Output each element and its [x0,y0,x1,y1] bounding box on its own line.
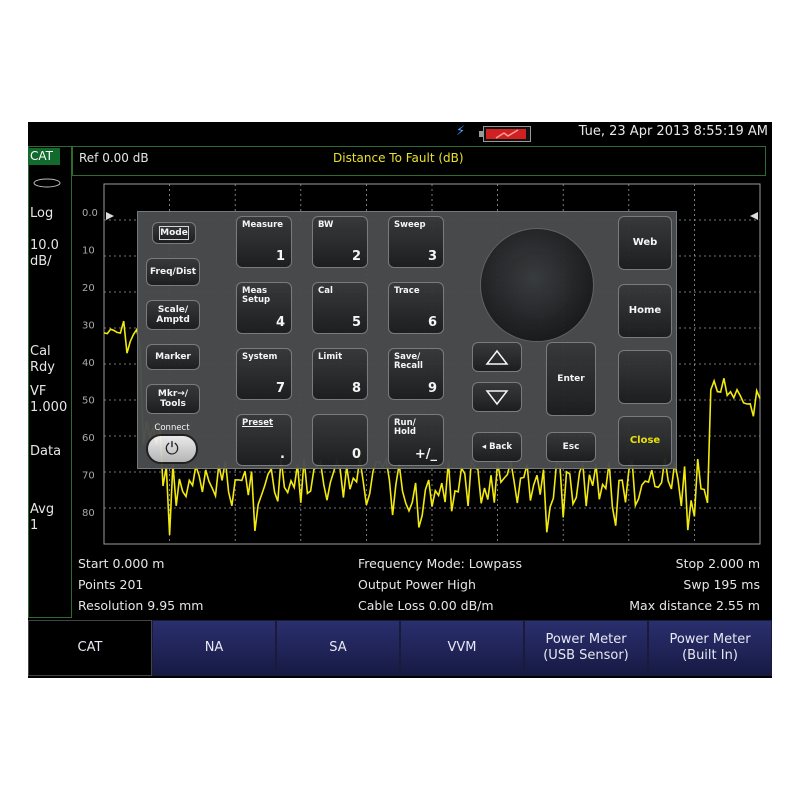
velocity-factor: VF 1.000 [30,384,68,415]
status-bar: ⚡ Tue, 23 Apr 2013 8:55:19 AM [28,122,772,144]
measurement-title: Distance To Fault (dB) [333,151,464,165]
scale-value: 10.0 dB/ [30,238,59,269]
start-distance: Start 0.000 m [78,556,165,571]
blank-key[interactable] [618,350,672,404]
back-key[interactable]: ◂ Back [472,432,522,462]
save-recall-key[interactable]: Save/ Recall 9 [388,348,444,400]
marker-key[interactable]: Marker [146,344,200,370]
freq-dist-key[interactable]: Freq/Dist [146,258,200,286]
trace-key[interactable]: Trace 6 [388,282,444,334]
scale-amptd-key[interactable]: Scale/ Amptd [146,300,200,330]
sweep-time: Swp 195 ms [683,577,760,592]
mode-softkeys: CAT NA SA VVM Power Meter (USB Sensor) P… [28,620,772,678]
y-tick-label: 0.0 [82,208,98,219]
cal-key[interactable]: Cal 5 [312,282,368,334]
mode-tag: CAT [28,148,60,165]
mode-key[interactable]: Mode [152,222,196,244]
y-tick-label: 70 [82,471,95,482]
softkey-cat[interactable]: CAT [28,620,152,676]
softkey-na[interactable]: NA [152,620,276,676]
reference-level: Ref 0.00 dB [79,151,149,165]
close-key[interactable]: Close [618,416,672,466]
ref-marker-left [106,212,114,220]
up-arrow-icon [485,349,509,365]
rotary-knob[interactable] [480,228,594,342]
frequency-mode: Frequency Mode: Lowpass [358,556,523,571]
y-tick-label: 50 [82,396,95,407]
virtual-keypad: Mode Freq/Dist Scale/ Amptd Marker Mkr→/… [137,211,677,469]
softkey-power-meter-builtin[interactable]: Power Meter (Built In) [648,620,772,676]
connect-label: Connect [154,423,190,433]
y-tick-label: 80 [82,508,95,519]
web-key[interactable]: Web [618,216,672,270]
preset-key[interactable]: Preset. [236,414,292,466]
run-hold-key[interactable]: Run/ Hold +/_ [388,414,444,466]
output-power: Output Power High [358,577,476,592]
up-arrow-key[interactable] [472,342,522,372]
mkr-tools-key[interactable]: Mkr→/ Tools [146,384,200,414]
stop-distance: Stop 2.000 m [675,556,760,571]
esc-key[interactable]: Esc [546,432,596,462]
y-tick-label: 40 [82,358,95,369]
resolution: Resolution 9.95 mm [78,598,204,613]
average-count: Avg 1 [30,502,55,533]
battery-icon [479,126,531,142]
ref-marker-right [750,212,758,220]
down-arrow-icon [485,390,509,406]
power-button[interactable]: ⏻ [146,434,198,464]
y-tick-label: 20 [82,283,95,294]
softkey-vvm[interactable]: VVM [400,620,524,676]
system-key[interactable]: System 7 [236,348,292,400]
home-key[interactable]: Home [618,284,672,338]
sweep-key[interactable]: Sweep 3 [388,216,444,268]
max-distance: Max distance 2.55 m [629,598,760,613]
power-icon: ⏻ [165,439,179,459]
datetime: Tue, 23 Apr 2013 8:55:19 AM [578,124,768,139]
calibration-icon [33,178,61,188]
bw-key[interactable]: BW 2 [312,216,368,268]
enter-key[interactable]: Enter [546,342,596,416]
scale-type: Log [30,206,54,221]
measurement-info: Start 0.000 m Points 201 Resolution 9.95… [72,550,766,618]
usb-icon: ⚡ [456,124,466,139]
limit-key[interactable]: Limit 8 [312,348,368,400]
reference-bar: Ref 0.00 dB Distance To Fault (dB) [72,146,766,176]
softkey-power-meter-usb[interactable]: Power Meter (USB Sensor) [524,620,648,676]
cable-loss: Cable Loss 0.00 dB/m [358,598,494,613]
y-tick-label: 60 [82,433,95,444]
data-label: Data [30,444,62,459]
down-arrow-key[interactable] [472,382,522,412]
points: Points 201 [78,577,144,592]
y-tick-label: 10 [82,246,95,257]
measure-key[interactable]: Measure 1 [236,216,292,268]
instrument-screen: ⚡ Tue, 23 Apr 2013 8:55:19 AM CAT Log 10… [28,122,772,678]
meas-setup-key[interactable]: Meas Setup 4 [236,282,292,334]
cal-status: Cal Rdy [30,344,55,375]
y-tick-label: 30 [82,321,95,332]
softkey-sa[interactable]: SA [276,620,400,676]
zero-key[interactable]: 0 [312,414,368,466]
